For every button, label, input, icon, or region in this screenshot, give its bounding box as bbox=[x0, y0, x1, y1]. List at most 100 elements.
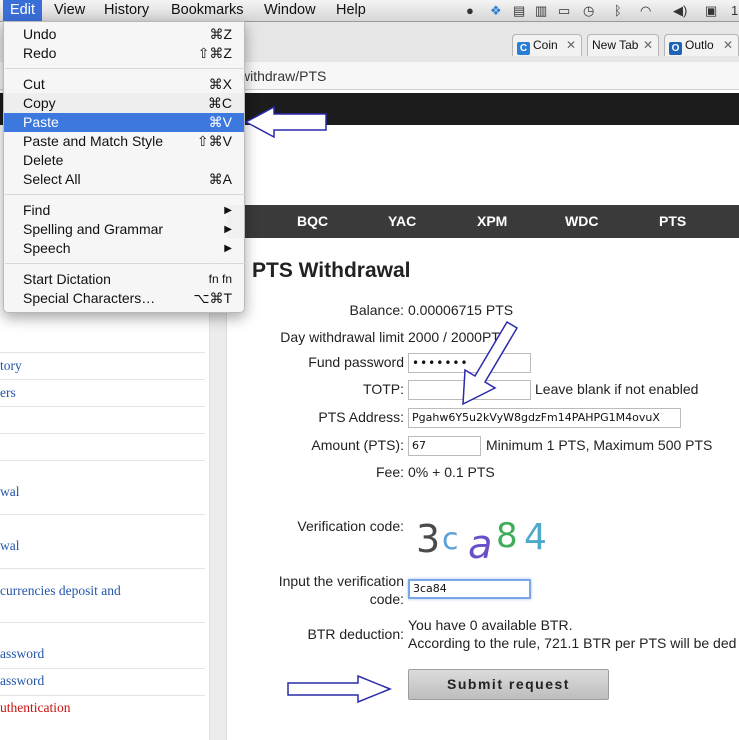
menu-view[interactable]: View bbox=[47, 0, 92, 21]
menu-shortcut: fn fn bbox=[208, 272, 232, 286]
svg-text:4: 4 bbox=[524, 517, 547, 558]
signal-icon[interactable]: ▥ bbox=[535, 3, 547, 19]
sidebar-link[interactable]: ers bbox=[0, 385, 16, 401]
sidebar-link[interactable]: tory bbox=[0, 358, 22, 374]
menu-shortcut: ⌘V bbox=[208, 114, 232, 130]
close-icon[interactable]: ✕ bbox=[723, 35, 733, 55]
divider bbox=[0, 406, 205, 407]
menu-item-label: Speech bbox=[23, 240, 71, 256]
address-label: PTS Address: bbox=[318, 409, 404, 425]
nav-pts[interactable]: PTS bbox=[659, 205, 686, 238]
menu-item-find[interactable]: Find ▶ bbox=[4, 201, 244, 220]
nav-bqc[interactable]: BQC bbox=[297, 205, 328, 238]
menu-item-label: Undo bbox=[23, 26, 57, 42]
menu-item-cut[interactable]: Cut ⌘X bbox=[4, 75, 244, 94]
divider bbox=[0, 695, 205, 696]
menu-item-label: Select All bbox=[23, 171, 81, 187]
nav-xpm[interactable]: XPM bbox=[477, 205, 507, 238]
submenu-arrow-icon: ▶ bbox=[224, 243, 232, 254]
submit-request-button[interactable]: Submit request bbox=[408, 669, 609, 700]
menubar: Edit View History Bookmarks Window Help … bbox=[0, 0, 739, 22]
input-verification-label: Input the verification bbox=[278, 573, 404, 589]
annotation-arrow-icon bbox=[287, 674, 392, 704]
menu-edit[interactable]: Edit bbox=[3, 0, 42, 21]
divider bbox=[0, 514, 205, 515]
menu-item-label: Paste bbox=[23, 114, 59, 130]
outlook-favicon-icon: O bbox=[669, 42, 682, 55]
input-source-icon[interactable]: ▣ bbox=[705, 3, 717, 19]
totp-hint: Leave blank if not enabled bbox=[535, 381, 699, 397]
close-icon[interactable]: ✕ bbox=[643, 35, 653, 55]
menu-shortcut: ⇧⌘V bbox=[196, 133, 232, 149]
menu-item-label: Find bbox=[23, 202, 51, 218]
menu-item-label: Spelling and Grammar bbox=[23, 221, 164, 237]
sidebar-link[interactable]: currencies deposit and bbox=[0, 583, 121, 599]
menu-item-delete[interactable]: Delete bbox=[4, 151, 244, 170]
submenu-arrow-icon: ▶ bbox=[224, 205, 232, 216]
menu-item-speech[interactable]: Speech ▶ bbox=[4, 239, 244, 258]
pts-address-field[interactable]: Pgahw6Y5u2kVyW8gdzFm14PAHPG1M4ovuX bbox=[408, 408, 681, 428]
btr-line-1: You have 0 available BTR. bbox=[408, 617, 573, 633]
menu-shortcut: ⇧⌘Z bbox=[197, 45, 232, 61]
menu-separator bbox=[5, 194, 245, 195]
verification-code-field[interactable]: 3ca84 bbox=[408, 579, 531, 599]
menu-item-spelling-grammar[interactable]: Spelling and Grammar ▶ bbox=[4, 220, 244, 239]
close-icon[interactable]: ✕ bbox=[566, 35, 576, 55]
divider bbox=[0, 668, 205, 669]
tab-coin[interactable]: C Coin ✕ bbox=[512, 34, 582, 56]
menu-item-label: Copy bbox=[23, 95, 56, 111]
menu-item-start-dictation[interactable]: Start Dictation fn fn bbox=[4, 270, 244, 289]
tab-outlook[interactable]: O Outlo ✕ bbox=[664, 34, 739, 56]
annotation-arrow-icon bbox=[462, 320, 519, 406]
edit-menu-dropdown: Undo ⌘Z Redo ⇧⌘Z Cut ⌘X Copy ⌘C Paste ⌘V… bbox=[3, 21, 245, 313]
balance-label: Balance: bbox=[349, 302, 404, 318]
coin-favicon-icon: C bbox=[517, 42, 530, 55]
svg-text:c: c bbox=[442, 522, 459, 557]
divider bbox=[0, 622, 205, 623]
sidebar-link[interactable]: assword bbox=[0, 673, 44, 689]
menu-shortcut: ⌥⌘T bbox=[193, 290, 232, 306]
nav-yac[interactable]: YAC bbox=[388, 205, 416, 238]
nav-wdc[interactable]: WDC bbox=[565, 205, 598, 238]
volume-icon[interactable]: ◀) bbox=[673, 3, 687, 19]
menu-separator bbox=[5, 263, 245, 264]
limit-label: Day withdrawal limit bbox=[280, 329, 404, 345]
utility-icon[interactable]: ▤ bbox=[513, 3, 525, 19]
menu-item-redo[interactable]: Redo ⇧⌘Z bbox=[4, 44, 244, 63]
dropbox-icon[interactable]: ❖ bbox=[490, 3, 502, 19]
menu-help[interactable]: Help bbox=[329, 0, 373, 21]
menu-bookmarks[interactable]: Bookmarks bbox=[164, 0, 251, 21]
balance-value: 0.00006715 PTS bbox=[408, 302, 514, 318]
menu-item-label: Delete bbox=[23, 152, 64, 168]
wifi-icon[interactable]: ◠ bbox=[640, 3, 651, 19]
clock-text[interactable]: 1 bbox=[731, 3, 738, 19]
sidebar-link-authentication[interactable]: uthentication bbox=[0, 700, 70, 716]
captcha-image[interactable]: 3 c a 8 4 bbox=[414, 508, 564, 564]
menu-item-label: Redo bbox=[23, 45, 57, 61]
svg-text:8: 8 bbox=[496, 516, 518, 556]
menu-item-select-all[interactable]: Select All ⌘A bbox=[4, 170, 244, 189]
sidebar-link[interactable]: wal bbox=[0, 484, 20, 500]
menu-window[interactable]: Window bbox=[257, 0, 323, 21]
sidebar-link[interactable]: assword bbox=[0, 646, 44, 662]
tab-new-tab[interactable]: New Tab ✕ bbox=[587, 34, 659, 56]
app-tray-icon[interactable]: ● bbox=[466, 3, 474, 19]
svg-text:3: 3 bbox=[416, 517, 440, 561]
menu-item-undo[interactable]: Undo ⌘Z bbox=[4, 25, 244, 44]
menu-item-paste[interactable]: Paste ⌘V bbox=[4, 113, 244, 132]
bluetooth-icon[interactable]: ᛒ bbox=[614, 3, 622, 19]
url-text[interactable]: withdraw/PTS bbox=[240, 66, 326, 86]
menu-item-copy[interactable]: Copy ⌘C bbox=[4, 94, 244, 113]
amount-label: Amount (PTS): bbox=[311, 437, 404, 453]
menu-item-label: Special Characters… bbox=[23, 290, 156, 306]
menu-history[interactable]: History bbox=[97, 0, 156, 21]
time-machine-icon[interactable]: ◷ bbox=[583, 3, 594, 19]
amount-field[interactable]: 67 bbox=[408, 436, 481, 456]
tab-label: Outlo bbox=[685, 38, 714, 52]
annotation-arrow-icon bbox=[244, 105, 327, 139]
sidebar-link[interactable]: wal bbox=[0, 538, 20, 554]
menu-item-paste-match-style[interactable]: Paste and Match Style ⇧⌘V bbox=[4, 132, 244, 151]
btr-line-2: According to the rule, 721.1 BTR per PTS… bbox=[408, 635, 737, 651]
menu-item-special-characters[interactable]: Special Characters… ⌥⌘T bbox=[4, 289, 244, 308]
airplay-icon[interactable]: ▭ bbox=[558, 3, 570, 19]
